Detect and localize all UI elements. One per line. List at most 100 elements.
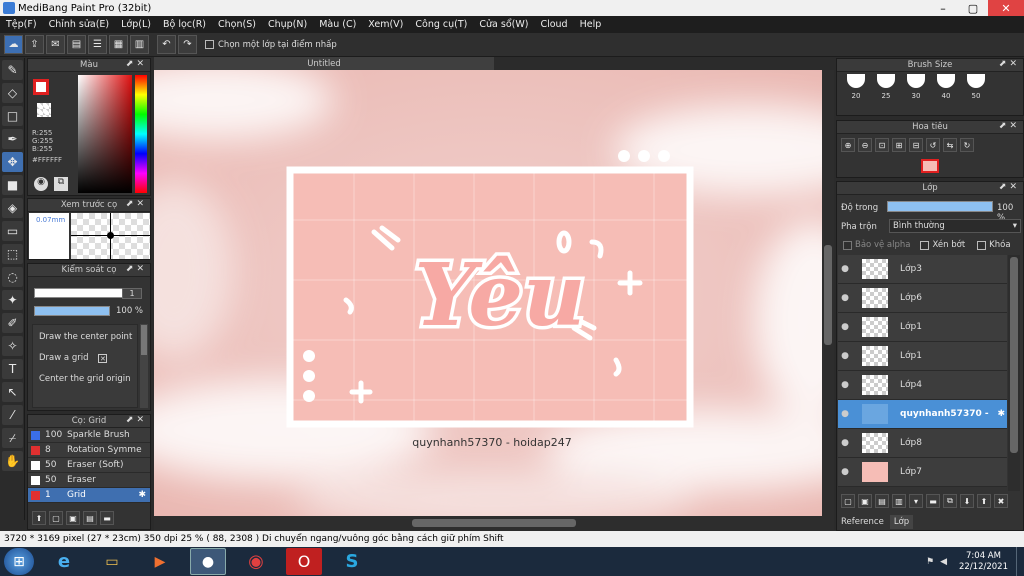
share-icon[interactable]: ⇪	[25, 35, 44, 54]
ie-icon[interactable]: e	[46, 548, 82, 575]
layer-row[interactable]: ● Lớp1	[838, 313, 1007, 342]
cloud-icon[interactable]: ☁	[4, 35, 23, 54]
medibang-icon[interactable]: ●	[190, 548, 226, 575]
layer-row[interactable]: ● Lớp4	[838, 371, 1007, 400]
layer-opacity-slider[interactable]	[887, 201, 993, 212]
canvas-vertical-scrollbar[interactable]	[822, 70, 834, 516]
move-up-icon[interactable]: ⬆	[977, 494, 991, 508]
canvas[interactable]: Yêu quynhanh57370 - hoidap247	[154, 70, 834, 516]
layer-row[interactable]: ● Lớp8	[838, 429, 1007, 458]
media-player-icon[interactable]: ▶	[142, 548, 178, 575]
menu-view[interactable]: Xem(V)	[362, 19, 409, 30]
select-layer-checkbox[interactable]	[205, 40, 214, 49]
brush-item[interactable]: 100 Sparkle Brush	[28, 428, 150, 443]
show-desktop-button[interactable]	[1016, 547, 1024, 576]
table-icon[interactable]: ▥	[130, 35, 149, 54]
menu-snap[interactable]: Chụp(N)	[262, 19, 313, 30]
brush-item[interactable]: 8 Rotation Symme	[28, 443, 150, 458]
add-brush-icon[interactable]: ⬆	[32, 511, 46, 525]
bucket-icon[interactable]: ◈	[2, 198, 23, 218]
lasso-icon[interactable]: ◌	[2, 267, 23, 287]
eye-icon[interactable]: ●	[838, 467, 852, 477]
select-pen-icon[interactable]: ✐	[2, 313, 23, 333]
layer-row[interactable]: ● Lớp7	[838, 458, 1007, 487]
draw-grid-checkbox[interactable]: ✕	[98, 353, 108, 363]
layer-menu-icon[interactable]: ▾	[909, 494, 923, 508]
menu-layer[interactable]: Lớp(L)	[115, 19, 157, 30]
halftone-layer-icon[interactable]: ▥	[892, 494, 906, 508]
select-eraser-icon[interactable]: ✧	[2, 336, 23, 356]
layer-row[interactable]: ● Lớp6	[838, 284, 1007, 313]
brush-size-option[interactable]: 40	[931, 74, 961, 100]
menu-file[interactable]: Tệp(F)	[0, 19, 43, 30]
select-rect-icon[interactable]: ⬚	[2, 244, 23, 264]
lock-checkbox[interactable]	[977, 240, 987, 250]
menu-tools[interactable]: Công cụ(T)	[409, 19, 473, 30]
eraser-icon[interactable]: ◇	[2, 83, 23, 103]
menu-color[interactable]: Màu (C)	[313, 19, 362, 30]
brush-size-option[interactable]: 20	[841, 74, 871, 100]
undo-icon[interactable]: ↶	[157, 35, 176, 54]
chat-icon[interactable]: ✉	[46, 35, 65, 54]
redo-icon[interactable]: ↷	[178, 35, 197, 54]
brush-item[interactable]: 50 Eraser	[28, 473, 150, 488]
option-draw-center[interactable]: Draw the center point	[33, 325, 137, 342]
text-icon[interactable]: T	[2, 359, 23, 379]
tab-layers[interactable]: Lớp	[889, 515, 914, 529]
swap-icon[interactable]: ⧉	[54, 177, 68, 191]
operation-icon[interactable]: ↖	[2, 382, 23, 402]
new-brush-icon[interactable]: ▢	[49, 511, 63, 525]
canvas-tab[interactable]: Untitled	[154, 57, 494, 70]
tab-reference[interactable]: Reference	[837, 515, 888, 529]
color-field[interactable]	[78, 75, 132, 193]
opera-icon[interactable]: O	[286, 548, 322, 575]
list-icon[interactable]: ☰	[88, 35, 107, 54]
start-icon[interactable]: ⊞	[4, 548, 34, 575]
menu-window[interactable]: Cửa sổ(W)	[473, 19, 534, 30]
brush-size-option[interactable]: 50	[961, 74, 991, 100]
folder-icon[interactable]: ▬	[100, 511, 114, 525]
protect-alpha-checkbox[interactable]	[843, 240, 852, 250]
minimize-button[interactable]: –	[928, 0, 958, 16]
fit-icon[interactable]: ⊡	[875, 138, 889, 152]
flag-icon[interactable]: ⚑	[926, 557, 934, 567]
eye-icon[interactable]: ●	[838, 380, 852, 390]
folder-icon[interactable]: ▬	[926, 494, 940, 508]
paste-brush-icon[interactable]: ▤	[83, 511, 97, 525]
layer-list-scrollbar[interactable]	[1008, 255, 1020, 491]
eye-icon[interactable]: ●	[838, 351, 852, 361]
gear-icon[interactable]: ✱	[138, 490, 146, 500]
brush-item-selected[interactable]: 1 Grid ✱	[28, 488, 150, 503]
document-icon[interactable]: ▤	[67, 35, 86, 54]
brush-size-value[interactable]: 1	[122, 288, 142, 299]
eye-icon[interactable]: ●	[838, 293, 852, 303]
panel-buttons[interactable]: ⬈✕	[126, 59, 147, 69]
pen-icon[interactable]: ✒	[2, 129, 23, 149]
eye-icon[interactable]: ●	[838, 264, 852, 274]
brush-size-option[interactable]: 30	[901, 74, 931, 100]
layer-row[interactable]: ● Lớp3	[838, 255, 1007, 284]
eye-icon[interactable]: ●	[838, 409, 852, 419]
rotate-left-icon[interactable]: ↺	[926, 138, 940, 152]
merge-down-icon[interactable]: ⬇	[960, 494, 974, 508]
menu-filter[interactable]: Bộ lọc(R)	[157, 19, 212, 30]
brush-options-scrollbar[interactable]	[140, 324, 148, 408]
dropper-icon[interactable]: ⌿	[2, 428, 23, 448]
move-icon[interactable]: ✥	[2, 152, 23, 172]
menu-select[interactable]: Chọn(S)	[212, 19, 262, 30]
navigator-preview[interactable]	[921, 159, 939, 173]
trash-icon[interactable]: ✖	[994, 494, 1008, 508]
gear-icon[interactable]: ✱	[997, 409, 1005, 419]
flip-icon[interactable]: ⇆	[943, 138, 957, 152]
maximize-button[interactable]: ▢	[958, 0, 988, 16]
eyedropper-icon[interactable]: ⁄	[2, 405, 23, 425]
secondary-color-swatch[interactable]	[37, 103, 51, 117]
menu-cloud[interactable]: Cloud	[534, 19, 573, 30]
blend-mode-select[interactable]: Bình thường ▾	[889, 219, 1021, 233]
clock[interactable]: 7:04 AM 22/12/2021	[959, 551, 1008, 573]
clipping-checkbox[interactable]	[920, 240, 930, 250]
palette-icon[interactable]: ◉	[34, 177, 48, 191]
volume-icon[interactable]: ◀	[940, 557, 947, 567]
copy-brush-icon[interactable]: ▣	[66, 511, 80, 525]
actual-size-icon[interactable]: ⊞	[892, 138, 906, 152]
